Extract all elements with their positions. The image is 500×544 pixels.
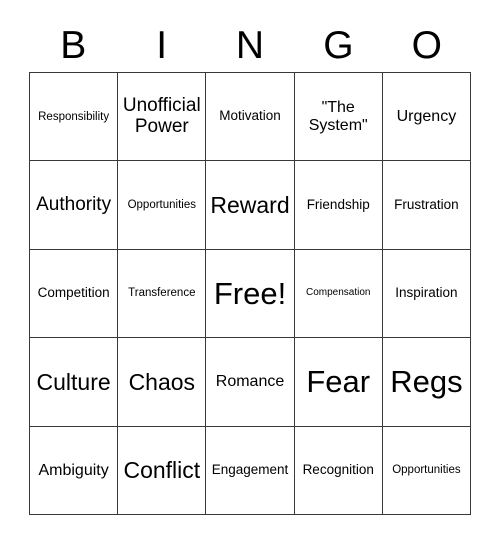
bingo-cell-label: Recognition xyxy=(302,462,374,478)
bingo-cell-label: Inspiration xyxy=(395,285,458,301)
bingo-cell[interactable]: Unofficial Power xyxy=(118,73,207,162)
bingo-cell[interactable]: Motivation xyxy=(206,73,295,162)
bingo-cell[interactable]: Frustration xyxy=(382,161,472,250)
bingo-cell[interactable]: Opportunities xyxy=(118,161,207,250)
bingo-cell[interactable]: Inspiration xyxy=(382,249,472,339)
bingo-cell-label: Friendship xyxy=(306,196,370,212)
bingo-cell-label: Unofficial Power xyxy=(122,95,201,137)
bingo-row: Competition Transference Free! Compensat… xyxy=(30,249,472,339)
bingo-cell-free-space[interactable]: Free! xyxy=(206,249,295,339)
bingo-row: Responsibility Unofficial Power Motivati… xyxy=(30,73,472,162)
bingo-cell-label: Responsibility xyxy=(38,110,110,123)
bingo-cell[interactable]: Responsibility xyxy=(30,73,119,162)
bingo-card: B I N G O Responsibility Unofficial Powe… xyxy=(0,0,500,544)
bingo-cell-label: Motivation xyxy=(219,108,281,124)
bingo-cell[interactable]: Fear xyxy=(294,338,383,427)
bingo-cell-label: Engagement xyxy=(211,462,289,478)
bingo-header-letter-n: N xyxy=(235,24,265,67)
bingo-cell[interactable]: Ambiguity xyxy=(30,426,119,516)
bingo-header-letter-g: G xyxy=(323,24,354,67)
bingo-cell[interactable]: Romance xyxy=(206,338,295,427)
bingo-cell[interactable]: Chaos xyxy=(118,338,207,427)
bingo-cell[interactable]: Transference xyxy=(118,249,207,339)
bingo-header-letter-b: B xyxy=(60,24,87,67)
bingo-cell-label: Authority xyxy=(36,193,112,215)
bingo-cell[interactable]: Urgency xyxy=(382,73,472,162)
bingo-cell[interactable]: Culture xyxy=(30,338,119,427)
bingo-cell[interactable]: Friendship xyxy=(294,161,383,250)
bingo-cell-label: Urgency xyxy=(396,108,457,126)
bingo-cell-label: Romance xyxy=(215,373,285,391)
bingo-grid: Responsibility Unofficial Power Motivati… xyxy=(29,72,472,516)
bingo-cell[interactable]: Recognition xyxy=(294,426,383,516)
bingo-header-letter-i: I xyxy=(156,24,168,67)
bingo-header-letter-o: O xyxy=(411,24,442,67)
bingo-cell-label: Opportunities xyxy=(127,198,196,211)
bingo-cell-label: Chaos xyxy=(128,368,196,395)
bingo-free-space-label: Free! xyxy=(213,275,287,311)
bingo-cell[interactable]: Reward xyxy=(206,161,295,250)
bingo-cell-label: Compensation xyxy=(305,287,371,299)
bingo-cell[interactable]: Opportunities xyxy=(382,426,472,516)
bingo-row: Culture Chaos Romance Fear Regs xyxy=(30,338,472,427)
bingo-cell-label: Competition xyxy=(37,285,110,301)
bingo-cell-label: Culture xyxy=(36,368,111,395)
bingo-row: Authority Opportunities Reward Friendshi… xyxy=(30,161,472,250)
bingo-cell-label: Conflict xyxy=(123,456,201,483)
bingo-cell[interactable]: Compensation xyxy=(294,249,383,339)
bingo-cell-label: Reward xyxy=(210,191,290,218)
bingo-cell[interactable]: Regs xyxy=(382,338,472,427)
bingo-cell-label: Regs xyxy=(390,364,463,400)
bingo-cell-label: Transference xyxy=(128,287,196,300)
bingo-cell[interactable]: Conflict xyxy=(118,426,207,516)
bingo-cell-label: Frustration xyxy=(394,196,459,212)
bingo-cell[interactable]: Competition xyxy=(30,249,119,339)
bingo-cell[interactable]: Engagement xyxy=(206,426,295,516)
bingo-row: Ambiguity Conflict Engagement Recognitio… xyxy=(30,426,472,516)
bingo-cell-label: Fear xyxy=(306,364,371,400)
bingo-cell-label: "The System" xyxy=(308,99,368,134)
bingo-header: B I N G O xyxy=(29,19,471,72)
bingo-cell-label: Ambiguity xyxy=(38,461,109,479)
bingo-cell-label: Opportunities xyxy=(392,464,461,477)
bingo-cell[interactable]: "The System" xyxy=(294,73,383,162)
bingo-cell[interactable]: Authority xyxy=(30,161,119,250)
